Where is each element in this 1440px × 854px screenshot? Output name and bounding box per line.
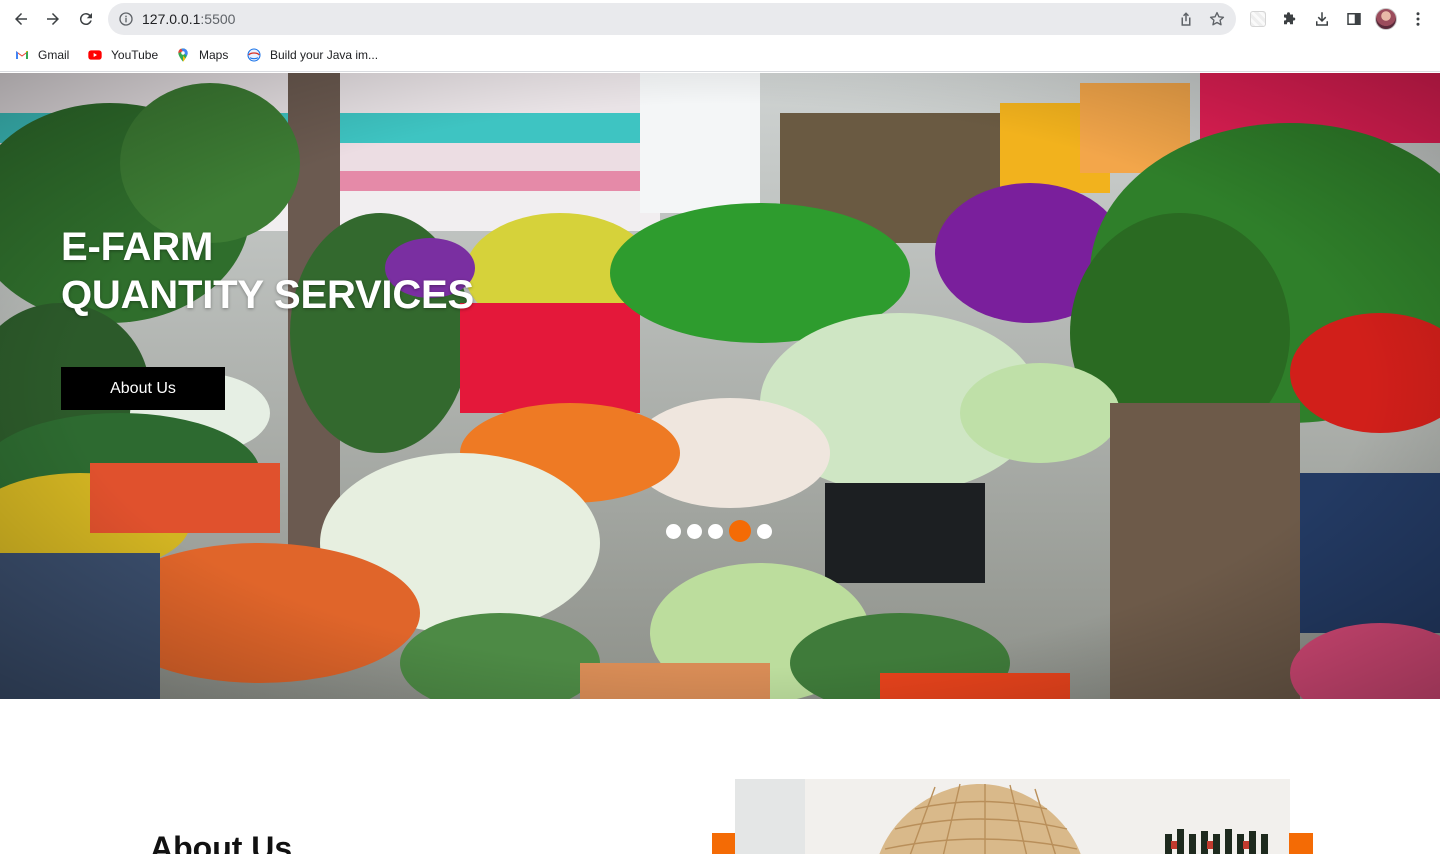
bookmark-label: YouTube (111, 48, 159, 62)
download-icon (1316, 12, 1328, 26)
share-icon[interactable] (1177, 10, 1195, 28)
gmail-icon (16, 51, 28, 59)
extensions-button[interactable] (1277, 6, 1303, 32)
hero-slider: E-FARM QUANTITY SERVICES About Us (0, 73, 1440, 699)
maps-icon (178, 48, 188, 62)
slider-dot-1[interactable] (666, 523, 681, 539)
slider-dot-3[interactable] (708, 523, 723, 539)
bookmark-star-icon[interactable] (1208, 10, 1226, 28)
reload-icon (79, 13, 92, 26)
side-panel-icon (1347, 13, 1361, 25)
slider-dot-2[interactable] (687, 523, 702, 539)
bookmark-maps[interactable]: Maps (175, 46, 228, 64)
about-us-button[interactable]: About Us (61, 367, 225, 410)
downloads-button[interactable] (1309, 6, 1335, 32)
bookmark-java[interactable]: Build your Java im... (246, 46, 378, 64)
forward-button[interactable] (40, 6, 66, 32)
accent-block-right (1289, 833, 1313, 854)
url-text[interactable]: 127.0.0.1:5500 (142, 11, 235, 27)
arrow-right-icon (47, 13, 59, 25)
slider-dot-4[interactable] (729, 520, 751, 542)
side-panel-button[interactable] (1341, 6, 1367, 32)
about-heading: About Us (150, 830, 293, 854)
url-port: :5500 (200, 11, 236, 27)
info-icon[interactable] (118, 11, 134, 27)
hero-title-line-2: QUANTITY SERVICES (61, 273, 474, 317)
globe-icon (247, 48, 261, 62)
url-host: 127.0.0.1 (142, 11, 201, 27)
bookmarks-bar: Gmail YouTube Maps Build your Java im... (0, 38, 1440, 72)
arrow-left-icon (15, 13, 27, 25)
more-vert-icon (1416, 12, 1420, 26)
hero-title-line-1: E-FARM (61, 225, 214, 269)
reload-button[interactable] (73, 6, 99, 32)
address-bar[interactable]: 127.0.0.1:5500 (108, 3, 1236, 35)
browser-toolbar: 127.0.0.1:5500 (0, 0, 1440, 38)
slider-dot-5[interactable] (757, 523, 772, 539)
about-image (735, 779, 1290, 854)
back-button[interactable] (8, 6, 34, 32)
youtube-icon (88, 50, 102, 60)
extension-icon[interactable] (1250, 11, 1266, 27)
bookmark-label: Maps (199, 48, 229, 62)
puzzle-icon (1284, 12, 1296, 25)
wicker-lamp-image (735, 779, 1290, 854)
bookmark-label: Build your Java im... (270, 48, 379, 62)
menu-button[interactable] (1405, 6, 1431, 32)
hero-title: E-FARM QUANTITY SERVICES (61, 223, 474, 319)
bookmark-youtube[interactable]: YouTube (87, 46, 158, 64)
bookmark-label: Gmail (38, 48, 70, 62)
profile-avatar[interactable] (1375, 8, 1397, 30)
bookmark-gmail[interactable]: Gmail (14, 46, 69, 64)
slider-dots (666, 519, 772, 543)
